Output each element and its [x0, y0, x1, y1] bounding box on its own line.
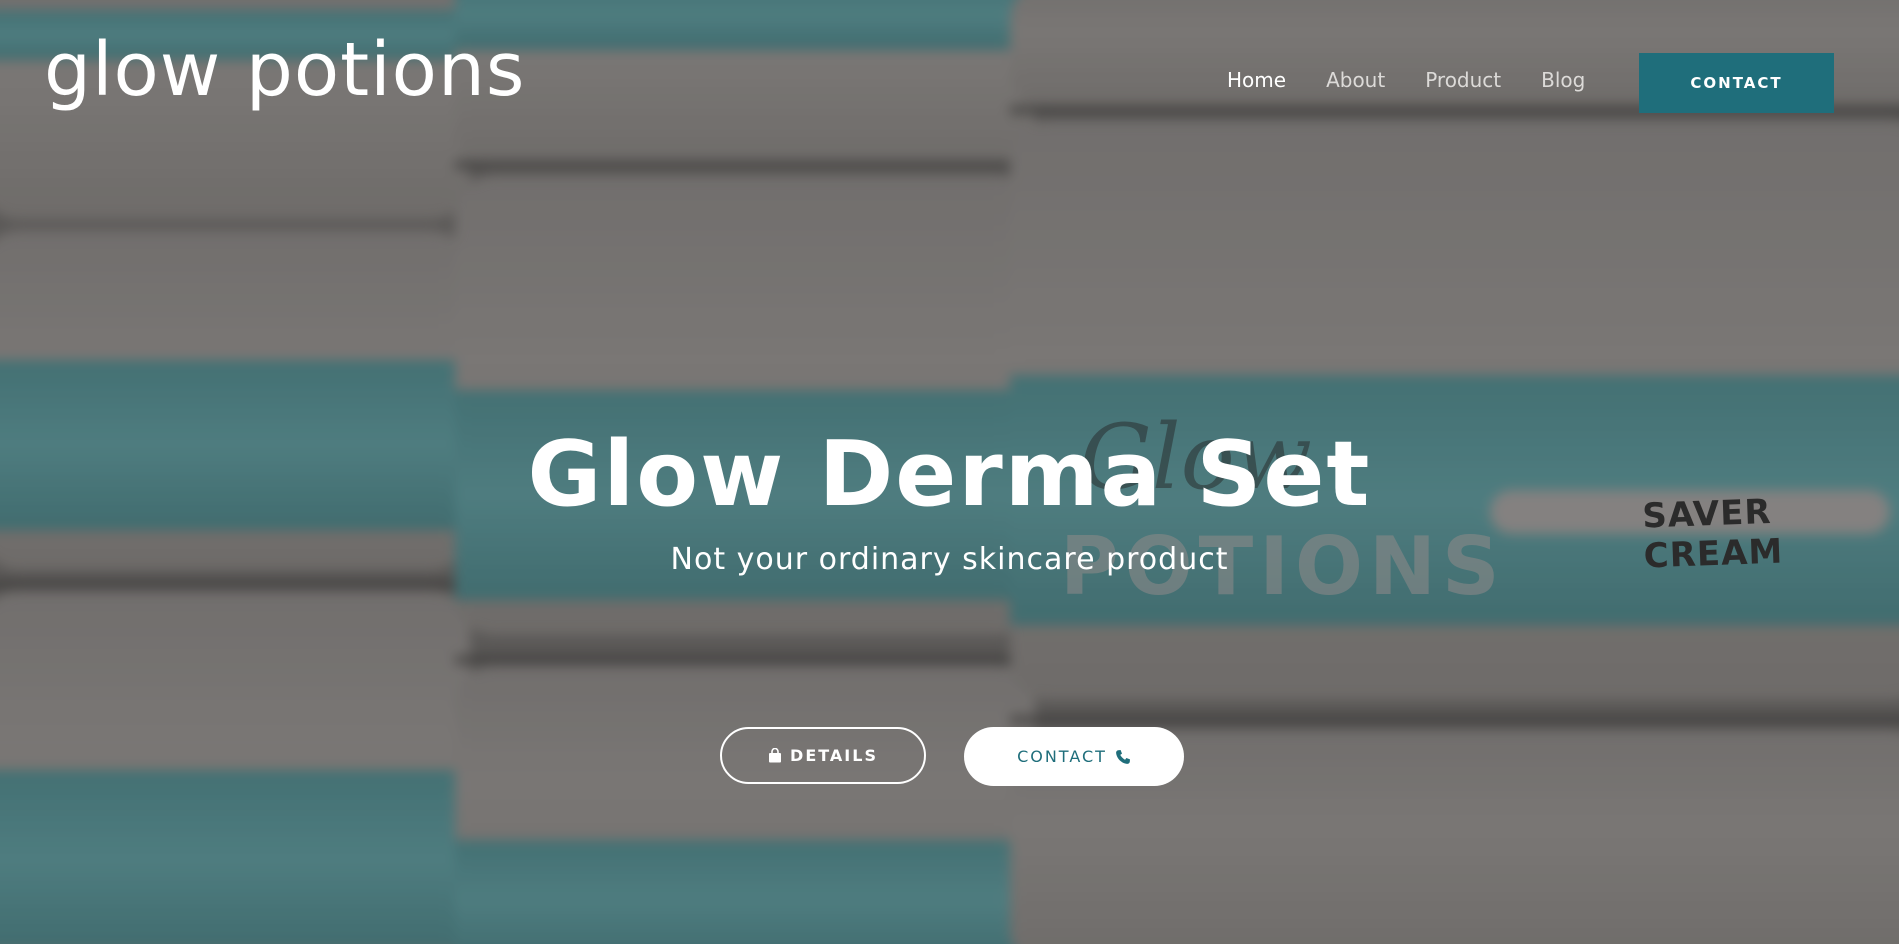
nav-item-about[interactable]: About: [1326, 68, 1385, 92]
hero-contact-button-label: CONTACT: [1017, 747, 1107, 766]
hero-section: SAVER CREAM POTIONS Glow glow potions Ho…: [0, 0, 1899, 944]
phone-icon: [1115, 749, 1131, 765]
header-contact-button[interactable]: CONTACT: [1639, 53, 1834, 113]
site-logo[interactable]: glow potions: [44, 29, 525, 111]
nav-item-blog[interactable]: Blog: [1541, 68, 1585, 92]
hero-subtitle: Not your ordinary skincare product: [670, 542, 1229, 577]
hero-contact-button[interactable]: CONTACT: [964, 727, 1184, 786]
shopping-bag-icon: [768, 748, 782, 763]
main-nav: Home About Product Blog: [1227, 68, 1585, 92]
nav-item-home[interactable]: Home: [1227, 68, 1286, 92]
nav-item-product[interactable]: Product: [1425, 68, 1501, 92]
details-button[interactable]: DETAILS: [720, 727, 926, 784]
details-button-label: DETAILS: [790, 746, 878, 765]
hero-title: Glow Derma Set: [527, 422, 1372, 527]
